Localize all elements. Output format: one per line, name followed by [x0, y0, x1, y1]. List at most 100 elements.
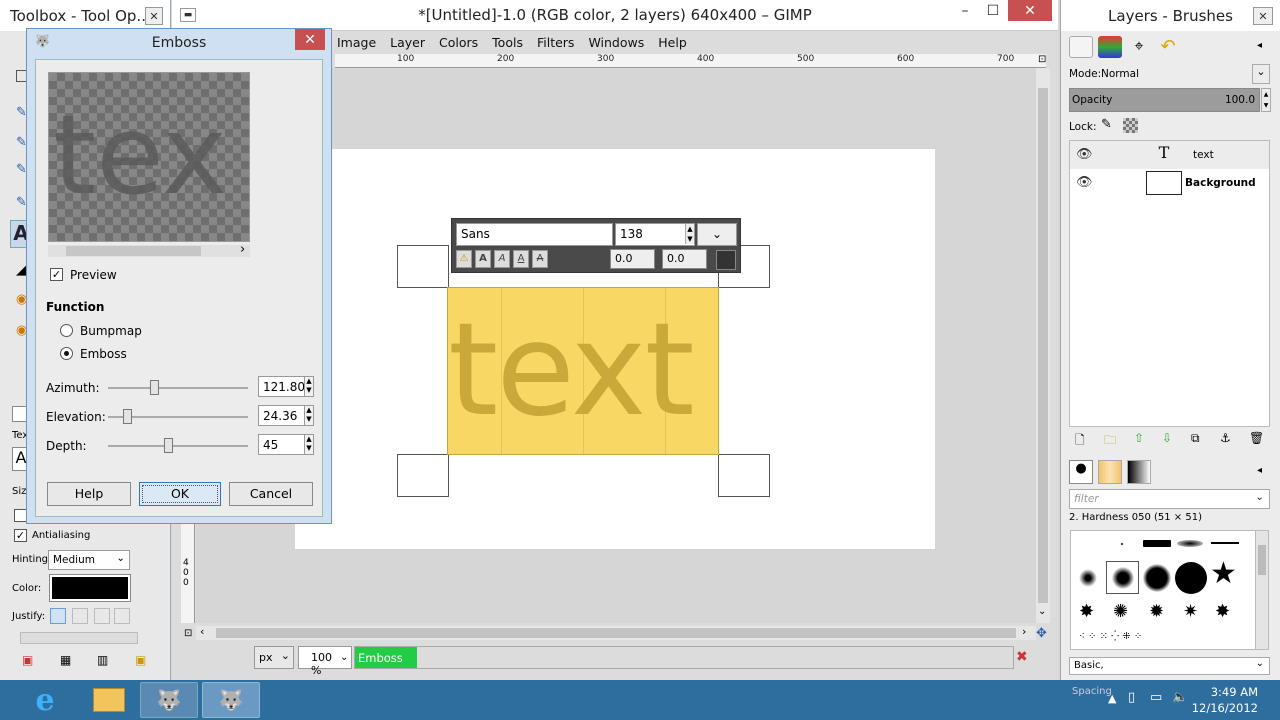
- brush-preset-select[interactable]: Basic, ⌄: [1069, 657, 1270, 675]
- justify-fill-icon[interactable]: [114, 608, 130, 624]
- reset-options-icon[interactable]: ▣: [135, 653, 146, 667]
- brush-item[interactable]: [1079, 569, 1097, 587]
- eye-icon[interactable]: 👁: [1076, 147, 1093, 162]
- depth-slider-knob[interactable]: [164, 438, 173, 453]
- azimuth-slider[interactable]: [108, 387, 248, 389]
- elevation-input[interactable]: 24.36: [258, 405, 306, 426]
- layers-close-button[interactable]: ✕: [1253, 7, 1273, 25]
- gimp-taskbar-icon[interactable]: 🐺: [202, 682, 260, 718]
- ie-icon[interactable]: e: [16, 682, 74, 718]
- horizontal-scrollbar[interactable]: ‹ ›: [196, 625, 1036, 640]
- preview-image[interactable]: tex: [48, 72, 250, 242]
- new-group-icon[interactable]: 🗀: [1104, 431, 1116, 452]
- selected-brush-frame[interactable]: [1106, 561, 1139, 594]
- tray-arrow-icon[interactable]: ▲: [1108, 692, 1116, 705]
- maximize-button[interactable]: ☐: [980, 0, 1006, 21]
- horizontal-scrollbar-thumb[interactable]: [216, 628, 1016, 638]
- minimize-button[interactable]: –: [952, 0, 978, 21]
- layer-row-background[interactable]: 👁 Background: [1070, 169, 1269, 197]
- network-icon[interactable]: ▭: [1150, 690, 1162, 705]
- quick-mask-icon[interactable]: ⊡: [184, 628, 192, 639]
- text-layer-box[interactable]: text: [447, 287, 719, 455]
- mode-dropdown[interactable]: ⌄: [1252, 64, 1270, 84]
- azimuth-input[interactable]: 121.80: [258, 376, 306, 397]
- justify-left-icon[interactable]: [50, 608, 66, 624]
- font-size-field[interactable]: 138: [615, 223, 695, 246]
- layer-row-text[interactable]: 👁 T text: [1070, 141, 1269, 169]
- handle-top-left[interactable]: [397, 245, 449, 288]
- brush-item[interactable]: [1177, 540, 1203, 547]
- opacity-slider[interactable]: Opacity 100.0: [1069, 88, 1260, 112]
- gimp-taskbar-icon[interactable]: 🐺: [140, 682, 198, 718]
- justify-center-icon[interactable]: [94, 608, 110, 624]
- splatter-brush-icon[interactable]: ✺: [1113, 601, 1128, 622]
- lock-pixels-icon[interactable]: ✎: [1101, 117, 1112, 132]
- elevation-spinner[interactable]: ▲ ▼: [304, 405, 314, 426]
- menu-colors[interactable]: Colors: [432, 35, 485, 50]
- justify-right-icon[interactable]: [72, 608, 88, 624]
- bumpmap-radio[interactable]: [60, 324, 73, 337]
- italic-icon[interactable]: A: [494, 250, 510, 268]
- vertical-scrollbar-thumb[interactable]: [1038, 88, 1048, 603]
- delete-layer-icon[interactable]: 🗑: [1249, 431, 1264, 445]
- texture-brush-icon[interactable]: ⁖ ⁘ ⁙ ⁛ ⁜ ⁘: [1079, 631, 1142, 642]
- underline-icon[interactable]: A: [513, 250, 529, 268]
- splatter-brush-icon[interactable]: ✷: [1183, 601, 1198, 622]
- channels-tab-icon[interactable]: [1098, 36, 1122, 58]
- anchor-layer-icon[interactable]: ⚓: [1220, 431, 1231, 445]
- strikethrough-icon[interactable]: A: [532, 250, 548, 268]
- depth-input[interactable]: 45: [258, 434, 306, 455]
- splatter-brush-icon[interactable]: ✸: [1215, 601, 1230, 622]
- gradients-tab-icon[interactable]: [1127, 460, 1151, 484]
- hinting-select[interactable]: Medium ⌄: [48, 550, 130, 570]
- preview-scrollbar-thumb[interactable]: [66, 246, 201, 256]
- text-color-button[interactable]: [716, 250, 736, 270]
- panel-menu-icon[interactable]: ◂: [1257, 465, 1262, 476]
- font-field[interactable]: Sans: [456, 223, 613, 246]
- zoom-toggle-icon[interactable]: ⊡: [1038, 54, 1050, 68]
- brush-grid-scrollbar[interactable]: [1255, 530, 1269, 650]
- cancel-button[interactable]: Cancel: [229, 482, 313, 506]
- lower-layer-icon[interactable]: ⇩: [1162, 431, 1172, 445]
- kerning-field[interactable]: 0.0: [662, 249, 707, 269]
- layers-titlebar[interactable]: Layers - Brushes: [1061, 0, 1280, 31]
- power-icon[interactable]: ▯: [1128, 690, 1135, 705]
- navigate-icon[interactable]: ✥: [1036, 626, 1047, 641]
- preview-scrollbar[interactable]: ›: [48, 242, 250, 257]
- restore-options-icon[interactable]: ▦: [60, 653, 71, 667]
- explorer-icon[interactable]: [80, 682, 138, 718]
- patterns-tab-icon[interactable]: [1098, 460, 1122, 484]
- window-menu-icon[interactable]: ▬: [180, 8, 196, 22]
- depth-spinner[interactable]: ▲ ▼: [304, 434, 314, 455]
- save-options-icon[interactable]: ▣: [22, 653, 33, 667]
- raise-layer-icon[interactable]: ⇧: [1134, 431, 1144, 445]
- clear-style-icon[interactable]: ⚠: [456, 250, 472, 268]
- handle-bottom-right[interactable]: [718, 454, 770, 497]
- azimuth-slider-knob[interactable]: [150, 380, 159, 395]
- menu-image[interactable]: Image: [330, 35, 383, 50]
- brush-item[interactable]: [1175, 562, 1207, 594]
- help-button[interactable]: Help: [47, 482, 131, 506]
- bucket-icon[interactable]: ◢: [16, 263, 26, 278]
- azimuth-spinner[interactable]: ▲ ▼: [304, 376, 314, 397]
- brushes-tab-icon[interactable]: ●: [1069, 460, 1093, 484]
- splatter-brush-icon[interactable]: ✹: [1149, 601, 1164, 622]
- unit-select[interactable]: px ⌄: [254, 646, 294, 669]
- layers-tab-icon[interactable]: [1069, 36, 1093, 58]
- image-titlebar[interactable]: *[Untitled]-1.0 (RGB color, 2 layers) 64…: [172, 0, 1058, 31]
- star-brush-icon[interactable]: ★: [1210, 557, 1237, 591]
- brush-grid[interactable]: ★ ✸ ✺ ✹ ✷ ✸ ⁖ ⁘ ⁙ ⁛ ⁜ ⁘: [1070, 530, 1268, 650]
- opacity-spinner[interactable]: ▲ ▼: [1261, 88, 1271, 112]
- undo-tab-icon[interactable]: ↶: [1156, 36, 1180, 58]
- vertical-scrollbar[interactable]: ⌄: [1036, 68, 1050, 623]
- new-layer-icon[interactable]: 🗋: [1075, 431, 1085, 452]
- brush-item[interactable]: [1121, 543, 1123, 545]
- brush-filter-input[interactable]: filter ⌄: [1069, 489, 1270, 509]
- unit-dropdown[interactable]: ⌄: [697, 223, 737, 246]
- scroll-down-icon[interactable]: ⌄: [1038, 606, 1046, 617]
- chevron-down-icon[interactable]: ⌄: [340, 646, 352, 669]
- scroll-right-icon[interactable]: ›: [1022, 625, 1026, 638]
- brush-grid-scrollbar-thumb[interactable]: [1258, 545, 1266, 575]
- lock-alpha-icon[interactable]: [1123, 118, 1138, 133]
- scroll-right-icon[interactable]: ›: [240, 242, 245, 257]
